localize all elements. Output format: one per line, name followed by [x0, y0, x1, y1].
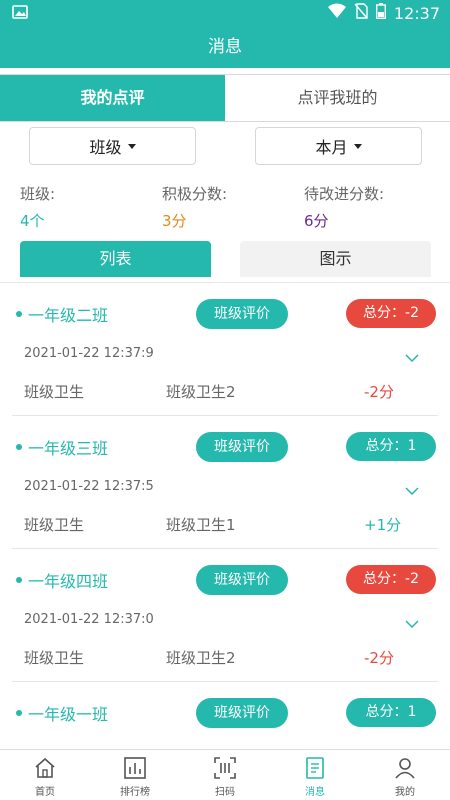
nav-scan-label: 扫码	[215, 787, 235, 798]
bullet-dot	[16, 311, 22, 317]
user-icon	[395, 758, 415, 779]
total-score-badge: 总分：-2	[346, 565, 436, 594]
stat-class-value: 4个	[20, 212, 45, 230]
review-score: -2分	[364, 383, 394, 401]
stat-improve-label: 待改进分数:	[304, 185, 385, 203]
stat-improve-score: 待改进分数: 6分	[304, 183, 384, 231]
nav-home[interactable]: 首页	[0, 750, 90, 800]
bullet-dot	[16, 444, 22, 450]
filter-row: 班级 本月	[0, 127, 450, 165]
wifi-icon	[327, 3, 346, 23]
class-name: 一年级三班	[28, 439, 109, 458]
list-item: 一年级四班 班级评价 总分：-2 2021-01-22 12:37:0 班级卫生…	[12, 549, 438, 682]
nav-profile-label: 我的	[395, 787, 415, 798]
nav-home-label: 首页	[35, 787, 55, 798]
class-evaluation-button[interactable]: 班级评价	[196, 565, 288, 595]
list-item: 一年级一班 班级评价 总分：1	[12, 682, 438, 749]
scan-icon	[214, 757, 236, 779]
nav-message[interactable]: 消息	[270, 750, 360, 800]
list-view-button[interactable]: 列表	[20, 241, 211, 277]
chevron-down-icon[interactable]	[405, 613, 419, 632]
message-icon	[306, 757, 324, 779]
battery-icon	[375, 3, 386, 23]
review-score: +1分	[364, 516, 402, 534]
total-score-badge: 总分：1	[346, 432, 436, 461]
total-score-badge: 总分：1	[346, 698, 436, 727]
tab-reviews-of-my-class[interactable]: 点评我班的	[225, 75, 450, 121]
period-dropdown[interactable]: 本月	[255, 127, 422, 165]
class-evaluation-button[interactable]: 班级评价	[196, 432, 288, 462]
list-item: 一年级三班 班级评价 总分：1 2021-01-22 12:37:5 班级卫生 …	[12, 416, 438, 549]
review-item: 班级卫生2	[166, 649, 236, 667]
tab-bar: 我的点评 点评我班的	[0, 74, 450, 122]
image-notification-icon	[12, 4, 28, 24]
stat-improve-value: 6分	[304, 212, 329, 230]
class-name: 一年级一班	[28, 705, 109, 724]
stat-class-count: 班级: 4个	[20, 183, 55, 231]
class-name: 一年级二班	[28, 306, 109, 325]
stat-positive-score: 积极分数: 3分	[162, 183, 227, 231]
nav-message-label: 消息	[305, 787, 325, 798]
caret-down-icon	[353, 143, 362, 149]
review-category: 班级卫生	[24, 649, 85, 667]
status-bar: 12:37	[0, 0, 450, 26]
class-evaluation-button[interactable]: 班级评价	[196, 299, 288, 329]
stat-class-label: 班级:	[20, 185, 56, 203]
tab-my-reviews[interactable]: 我的点评	[0, 75, 225, 121]
caret-down-icon	[127, 143, 136, 149]
stat-positive-label: 积极分数:	[162, 185, 228, 203]
chevron-down-icon[interactable]	[405, 347, 419, 366]
no-sim-icon	[354, 3, 368, 23]
stats-summary: 班级: 4个 积极分数: 3分 待改进分数: 6分	[20, 183, 440, 231]
review-item: 班级卫生1	[166, 516, 236, 534]
stat-positive-value: 3分	[162, 212, 187, 230]
page-title: 消息	[0, 26, 450, 68]
bottom-navigation: 首页 排行榜 扫码 消息 我的	[0, 749, 450, 800]
bullet-dot	[16, 577, 22, 583]
review-category: 班级卫生	[24, 516, 85, 534]
bar-chart-icon	[124, 757, 146, 779]
review-score: -2分	[364, 649, 394, 667]
home-icon	[35, 757, 55, 778]
review-category: 班级卫生	[24, 383, 85, 401]
total-score-badge: 总分：-2	[346, 299, 436, 328]
nav-scan[interactable]: 扫码	[180, 750, 270, 800]
chart-view-button[interactable]: 图示	[240, 241, 431, 277]
class-dropdown-label: 班级	[89, 138, 122, 157]
nav-profile[interactable]: 我的	[360, 750, 450, 800]
review-timestamp: 2021-01-22 12:37:5	[24, 479, 154, 494]
nav-ranking[interactable]: 排行榜	[90, 750, 180, 800]
review-timestamp: 2021-01-22 12:37:9	[24, 346, 154, 361]
list-item: 一年级二班 班级评价 总分：-2 2021-01-22 12:37:9 班级卫生…	[12, 283, 438, 416]
review-timestamp: 2021-01-22 12:37:0	[24, 612, 154, 627]
review-item: 班级卫生2	[166, 383, 236, 401]
class-dropdown[interactable]: 班级	[29, 127, 196, 165]
status-time: 12:37	[393, 3, 440, 23]
chevron-down-icon[interactable]	[405, 480, 419, 499]
period-dropdown-label: 本月	[315, 138, 348, 157]
bullet-dot	[16, 710, 22, 716]
class-name: 一年级四班	[28, 572, 109, 591]
review-list[interactable]: 一年级二班 班级评价 总分：-2 2021-01-22 12:37:9 班级卫生…	[0, 283, 450, 749]
class-evaluation-button[interactable]: 班级评价	[196, 698, 288, 728]
nav-ranking-label: 排行榜	[120, 787, 150, 798]
